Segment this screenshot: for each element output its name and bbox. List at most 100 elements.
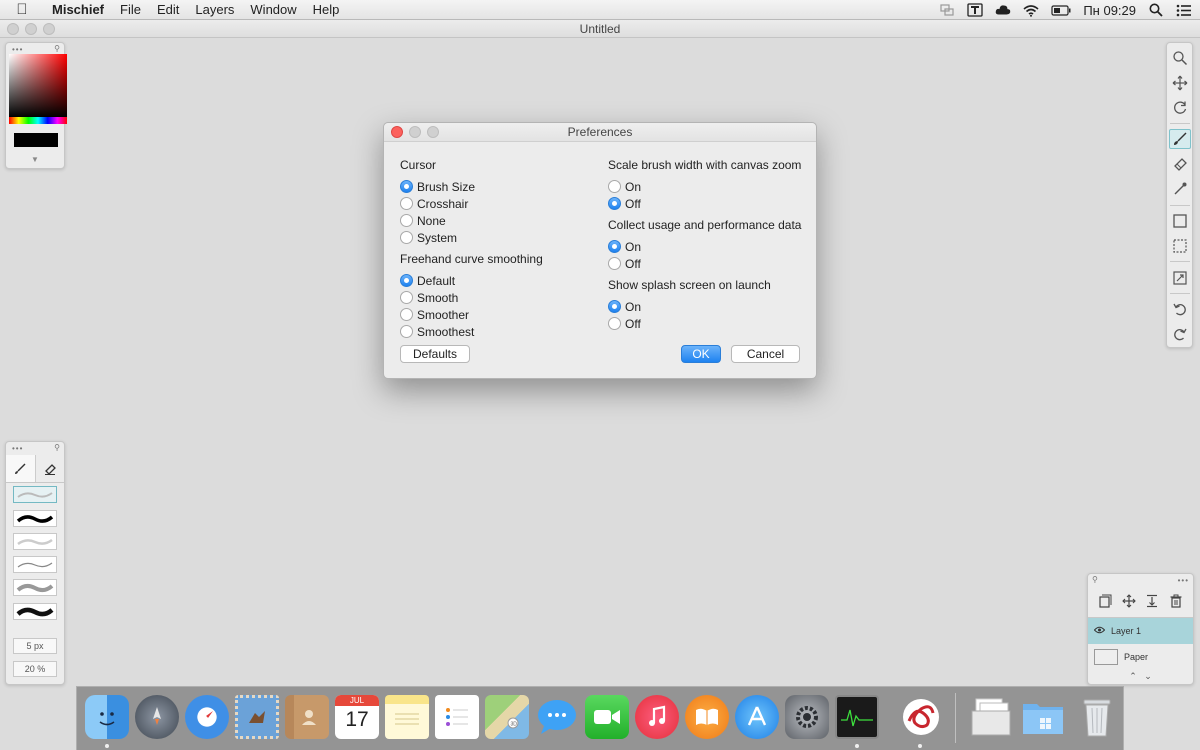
cancel-button[interactable]: Cancel [731, 345, 800, 363]
window-close-button[interactable] [7, 23, 19, 35]
redo-icon[interactable] [1169, 324, 1191, 344]
brush-preset-6[interactable] [13, 603, 57, 620]
layer-reorder-arrows[interactable]: ⌃ ⌄ [1088, 671, 1193, 682]
eyedropper-icon[interactable] [1169, 179, 1191, 199]
brush-preset-3[interactable] [13, 533, 57, 550]
menu-app-name[interactable]: Mischief [44, 0, 112, 20]
wifi-icon[interactable] [1023, 3, 1039, 17]
ibooks-icon[interactable] [685, 695, 729, 739]
radio-button[interactable] [400, 231, 413, 244]
brush-preset-2[interactable] [13, 510, 57, 527]
brush-preset-1[interactable] [13, 486, 57, 503]
cursor-option-system[interactable]: System [400, 229, 543, 246]
documents-stack-icon[interactable] [969, 695, 1013, 739]
radio-button-selected[interactable] [608, 240, 621, 253]
menu-clock[interactable]: Пн 09:29 [1083, 3, 1136, 18]
safari-icon[interactable] [185, 695, 229, 739]
reminders-icon[interactable] [435, 695, 479, 739]
window-minimize-button[interactable] [25, 23, 37, 35]
smoothing-option-smooth[interactable]: Smooth [400, 289, 543, 306]
brush-icon[interactable] [1169, 129, 1191, 149]
ok-button[interactable]: OK [681, 345, 721, 363]
zoom-icon[interactable] [1169, 48, 1191, 68]
cursor-option-brush-size[interactable]: Brush Size [400, 178, 543, 195]
app-store-icon[interactable] [735, 695, 779, 739]
launchpad-icon[interactable] [135, 695, 179, 739]
brush-tool-icon[interactable] [6, 455, 36, 482]
hue-slider[interactable] [9, 117, 67, 124]
cursor-option-none[interactable]: None [400, 212, 543, 229]
radio-button[interactable] [400, 197, 413, 210]
move-layer-icon[interactable] [1121, 594, 1136, 611]
saturation-value-picker[interactable] [9, 54, 67, 117]
pin-icon[interactable]: ⚲ [54, 443, 60, 452]
eraser-icon[interactable] [1169, 154, 1191, 174]
radio-button-selected[interactable] [608, 300, 621, 313]
smoothing-option-default[interactable]: Default [400, 272, 543, 289]
smoothing-option-smoothest[interactable]: Smoothest [400, 323, 543, 340]
brush-size-field[interactable]: 5 px [13, 638, 57, 654]
layer-row[interactable]: Paper [1088, 644, 1193, 670]
radio-button[interactable] [400, 308, 413, 321]
apple-menu-icon[interactable]:  [0, 0, 44, 20]
messages-icon[interactable] [535, 695, 579, 739]
eye-icon[interactable] [1093, 626, 1106, 636]
new-layer-icon[interactable] [1098, 594, 1112, 611]
notes-icon[interactable] [385, 695, 429, 739]
menu-file[interactable]: File [112, 0, 149, 20]
layer-row[interactable]: Layer 1 [1088, 618, 1193, 644]
smoothing-option-smoother[interactable]: Smoother [400, 306, 543, 323]
itunes-icon[interactable] [635, 695, 679, 739]
transform-icon[interactable] [1169, 268, 1191, 288]
trash-icon[interactable] [1169, 594, 1183, 611]
usage-data-option-off[interactable]: Off [608, 255, 801, 272]
cloud-icon[interactable] [995, 3, 1011, 17]
trash-can-icon[interactable] [1075, 695, 1119, 739]
pan-icon[interactable] [1169, 73, 1191, 93]
notification-center-icon[interactable] [1176, 3, 1192, 17]
spotlight-icon[interactable] [1148, 3, 1164, 17]
panel-grip-icon[interactable]: ••• [12, 45, 23, 54]
cursor-option-crosshair[interactable]: Crosshair [400, 195, 543, 212]
menu-layers[interactable]: Layers [187, 0, 242, 20]
input-source-icon[interactable] [967, 3, 983, 17]
radio-button[interactable] [608, 180, 621, 193]
radio-button-selected[interactable] [400, 180, 413, 193]
calendar-icon[interactable]: JUL 17 [335, 695, 379, 739]
system-preferences-icon[interactable] [785, 695, 829, 739]
merge-down-icon[interactable] [1145, 594, 1159, 611]
mischief-app-icon[interactable] [899, 695, 943, 739]
current-color-swatch[interactable] [14, 133, 58, 147]
menu-edit[interactable]: Edit [149, 0, 187, 20]
undo-icon[interactable] [1169, 299, 1191, 319]
pin-icon[interactable]: ⚲ [1092, 575, 1098, 584]
facetime-icon[interactable] [585, 695, 629, 739]
radio-button-selected[interactable] [400, 274, 413, 287]
chevron-down-icon[interactable]: ▼ [6, 155, 64, 164]
mail-icon[interactable] [235, 695, 279, 739]
radio-button[interactable] [608, 257, 621, 270]
window-zoom-button[interactable] [43, 23, 55, 35]
radio-button[interactable] [400, 325, 413, 338]
radio-button[interactable] [400, 291, 413, 304]
eraser-tool-icon[interactable] [36, 455, 65, 482]
radio-button-selected[interactable] [608, 197, 621, 210]
lasso-select-icon[interactable] [1169, 236, 1191, 256]
brush-preset-4[interactable] [13, 556, 57, 573]
scale-brush-option-off[interactable]: Off [608, 195, 801, 212]
battery-icon[interactable] [1051, 3, 1071, 17]
rotate-icon[interactable] [1169, 98, 1191, 118]
radio-button[interactable] [400, 214, 413, 227]
panel-grip-icon[interactable]: ••• [1178, 576, 1189, 585]
menu-window[interactable]: Window [242, 0, 304, 20]
brush-preset-5[interactable] [13, 579, 57, 596]
usage-data-option-on[interactable]: On [608, 238, 801, 255]
splash-option-on[interactable]: On [608, 298, 801, 315]
finder-icon[interactable] [85, 695, 129, 739]
menu-help[interactable]: Help [305, 0, 348, 20]
downloads-folder-icon[interactable] [1021, 695, 1065, 739]
defaults-button[interactable]: Defaults [400, 345, 470, 363]
radio-button[interactable] [608, 317, 621, 330]
contacts-icon[interactable] [285, 695, 329, 739]
rectangle-select-icon[interactable] [1169, 211, 1191, 231]
